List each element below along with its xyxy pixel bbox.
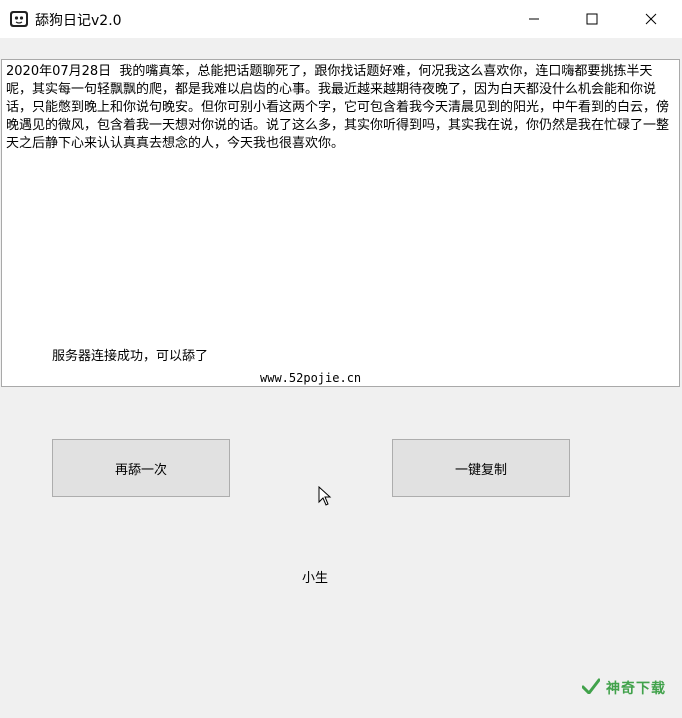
mouse-cursor-icon: [318, 485, 332, 510]
maximize-icon: [586, 13, 598, 25]
close-button[interactable]: [626, 0, 676, 38]
menu-strip: [0, 38, 682, 58]
lick-again-button[interactable]: 再舔一次: [52, 439, 230, 497]
watermark-text: 神奇下载: [606, 681, 666, 697]
copy-button[interactable]: 一键复制: [392, 439, 570, 497]
connection-status: 服务器连接成功，可以舔了: [52, 349, 209, 364]
minimize-button[interactable]: [509, 0, 559, 38]
watermark: 神奇下载: [581, 678, 666, 698]
minimize-icon: [529, 18, 539, 20]
window-title: 舔狗日记v2.0: [35, 13, 122, 29]
watermark-logo-icon: [581, 678, 601, 698]
maximize-button[interactable]: [567, 0, 617, 38]
title-bar: 舔狗日记v2.0: [0, 0, 682, 39]
site-url: www.52pojie.cn: [260, 371, 362, 385]
diary-text: 2020年07月28日 我的嘴真笨，总能把话题聊死了，跟你找话题好难，何况我这么…: [6, 64, 670, 151]
diary-text-area[interactable]: 2020年07月28日 我的嘴真笨，总能把话题聊死了，跟你找话题好难，何况我这么…: [1, 59, 680, 387]
author-label: 小生: [302, 571, 329, 586]
close-icon: [645, 13, 657, 25]
app-icon: [9, 9, 29, 29]
